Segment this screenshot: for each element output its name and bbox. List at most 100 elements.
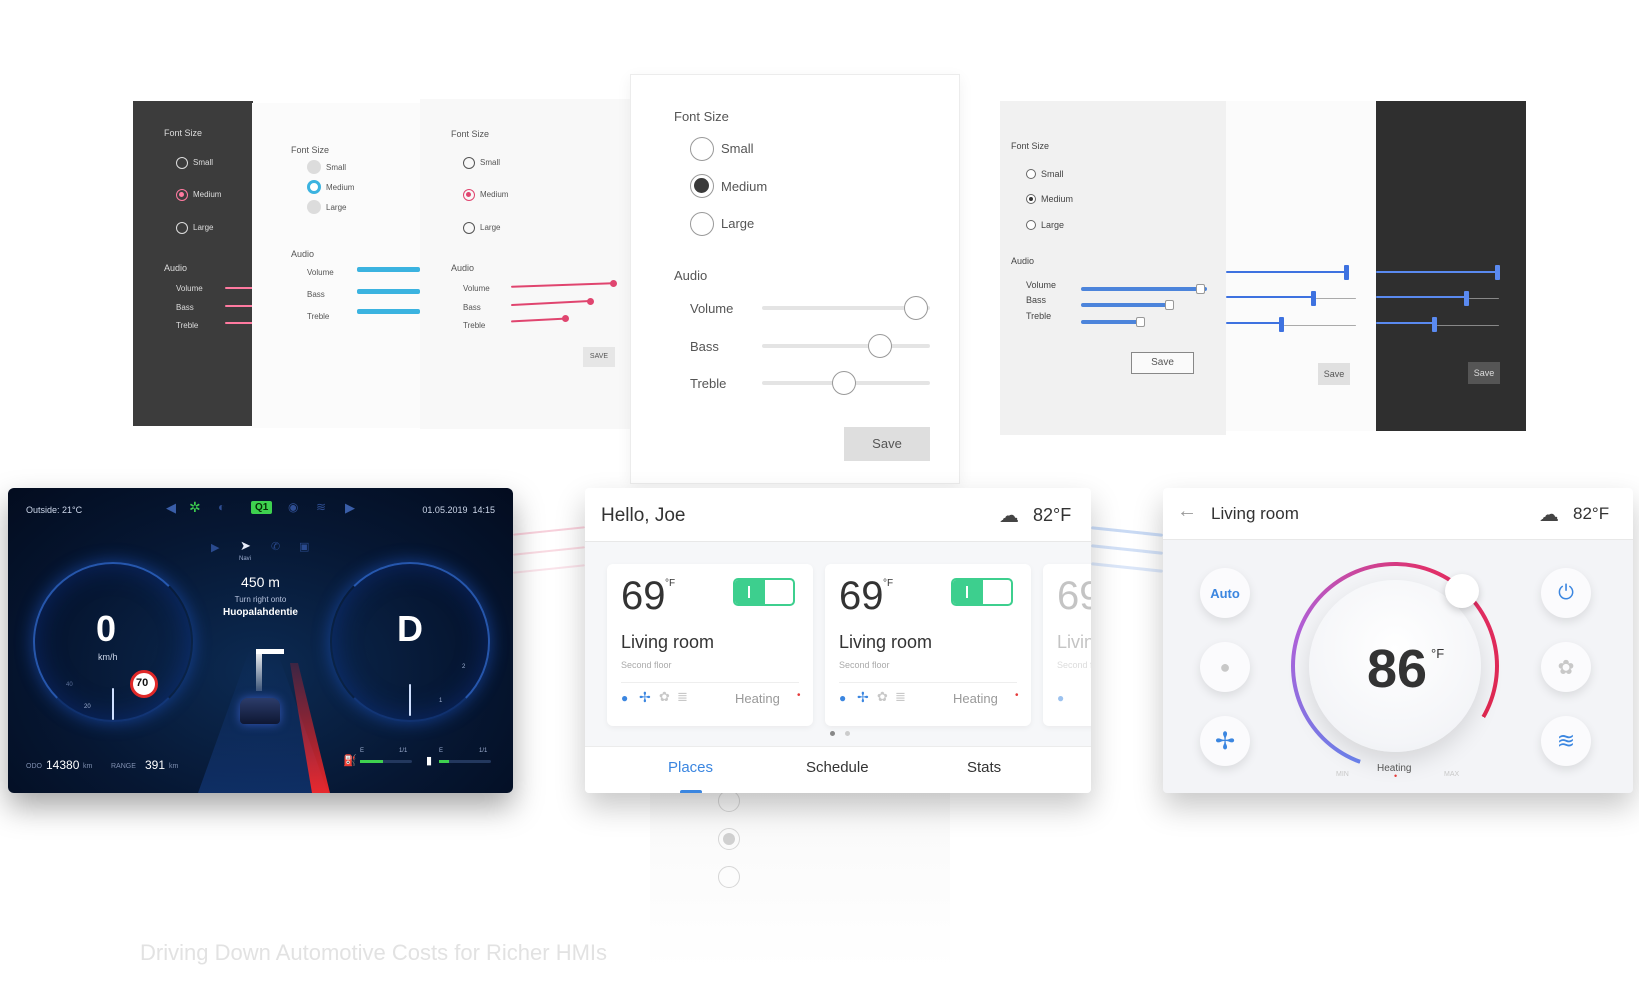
radio-small-label: Small	[326, 163, 347, 172]
volume-slider[interactable]	[357, 267, 420, 272]
volume-knob[interactable]	[904, 296, 928, 320]
fan-icon: ✢	[1214, 727, 1236, 755]
radio-medium[interactable]	[463, 189, 475, 201]
bass-slider[interactable]	[1376, 296, 1466, 298]
speed-limit-value: 70	[136, 677, 149, 689]
save-button[interactable]: Save	[844, 427, 930, 461]
volume-knob[interactable]	[1196, 284, 1205, 294]
volume-slider[interactable]	[225, 287, 253, 289]
volume-knob[interactable]	[610, 280, 617, 287]
treble-knob[interactable]	[562, 315, 569, 322]
bass-rest	[1316, 298, 1356, 299]
bass-slider[interactable]	[357, 289, 420, 294]
room-card-floor: Second floor	[621, 660, 672, 670]
radio-medium[interactable]	[176, 189, 188, 201]
audio-label: Audio	[164, 263, 188, 273]
fuel-bar-fill	[360, 760, 384, 763]
tab-stats[interactable]: Stats	[967, 759, 1001, 776]
radio-small[interactable]	[690, 137, 714, 161]
flower-button[interactable]: ✿	[1541, 642, 1591, 692]
radio-small[interactable]	[463, 157, 475, 169]
charge-bar	[439, 760, 491, 763]
radio-small[interactable]	[307, 160, 321, 174]
flower-icon: ✿	[1557, 656, 1575, 679]
font-size-label: Font Size	[674, 109, 729, 124]
power-button[interactable]: ⏻	[1541, 568, 1591, 618]
fan-button[interactable]: ✢	[1200, 716, 1250, 766]
volume-knob[interactable]	[1495, 265, 1500, 280]
tab-schedule[interactable]: Schedule	[806, 759, 869, 776]
auto-button[interactable]: Auto	[1200, 568, 1250, 618]
treble-knob[interactable]	[832, 371, 856, 395]
bass-slider[interactable]	[1081, 303, 1171, 307]
date-time: 01.05.2019 14:15	[422, 505, 495, 515]
audio-label: Audio	[674, 268, 708, 283]
save-button[interactable]: Save	[1318, 363, 1350, 385]
fuel-bar	[360, 760, 412, 763]
room-title: Living room	[1211, 504, 1299, 523]
range-label: RANGE	[111, 763, 136, 770]
heat-waves-button[interactable]: ≋	[1541, 716, 1591, 766]
bass-slider[interactable]	[1226, 296, 1313, 298]
drop-icon: ●	[621, 691, 629, 705]
car-icon: ▣	[299, 541, 310, 553]
reflection-radio-large	[718, 790, 740, 812]
radio-small[interactable]	[176, 157, 188, 169]
treble-slider[interactable]	[1081, 320, 1141, 324]
room-card[interactable]: 69 °F Living room Second floor ● ✢ ✿ ≣ H…	[607, 564, 813, 726]
volume-slider[interactable]	[1081, 287, 1207, 291]
radio-large[interactable]	[463, 222, 475, 234]
room-card[interactable]: 69 Living room Second floor ●	[1043, 564, 1091, 726]
treble-slider[interactable]	[1226, 322, 1281, 324]
pager-dot[interactable]	[845, 731, 850, 736]
radio-medium[interactable]	[690, 174, 714, 198]
odo-label: ODO	[26, 763, 42, 770]
odo-unit: km	[83, 763, 93, 770]
room-card-temp: 69	[839, 574, 884, 618]
radio-small[interactable]	[1026, 169, 1036, 179]
fuel-icon: ⛽	[343, 755, 357, 767]
radio-large[interactable]	[690, 212, 714, 236]
radio-medium[interactable]	[1026, 194, 1036, 204]
save-button[interactable]: Save	[1468, 362, 1500, 384]
treble-slider[interactable]	[510, 317, 567, 323]
turn-arrow-head	[256, 649, 284, 654]
room-card[interactable]: 69 °F Living room Second floor ● ✢ ✿ ≣ H…	[825, 564, 1031, 726]
bass-slider[interactable]	[762, 344, 930, 348]
treble-slider[interactable]	[1376, 322, 1434, 324]
bass-knob[interactable]	[868, 334, 892, 358]
power-icon: ⏻	[1558, 581, 1574, 604]
pager-dot-active[interactable]	[830, 731, 835, 736]
treble-knob[interactable]	[1136, 317, 1145, 327]
radio-large[interactable]	[307, 200, 321, 214]
status-dot: •	[1394, 771, 1398, 781]
speed-unit: km/h	[98, 652, 118, 662]
radio-large[interactable]	[176, 222, 188, 234]
volume-slider[interactable]	[1226, 271, 1346, 273]
volume-slider[interactable]	[510, 282, 615, 288]
bass-slider[interactable]	[225, 305, 253, 307]
radio-large[interactable]	[1026, 220, 1036, 230]
bass-knob[interactable]	[587, 298, 594, 305]
room-card-toggle[interactable]	[951, 578, 1013, 606]
bass-slider[interactable]	[511, 299, 591, 307]
room-card-name: Living room	[621, 632, 715, 652]
dial-handle[interactable]	[1445, 574, 1479, 608]
save-button[interactable]: Save	[1131, 352, 1194, 374]
ghost-line-blue	[1091, 544, 1163, 555]
treble-slider[interactable]	[357, 309, 420, 314]
humidity-button[interactable]: ●	[1200, 642, 1250, 692]
room-header: ← Living room ☁ 82°F	[1163, 488, 1633, 540]
back-arrow-icon[interactable]: ←	[1177, 500, 1197, 523]
treble-slider[interactable]	[225, 322, 253, 324]
volume-knob[interactable]	[1344, 265, 1349, 280]
radio-medium[interactable]	[307, 180, 321, 194]
tab-places[interactable]: Places	[668, 759, 713, 776]
tagline: Driving Down Automotive Costs for Richer…	[140, 940, 608, 965]
save-button[interactable]: SAVE	[583, 347, 615, 367]
volume-slider[interactable]	[1376, 271, 1496, 273]
bass-knob[interactable]	[1165, 300, 1174, 310]
room-card-toggle[interactable]	[733, 578, 795, 606]
dial-left-tick-b: 40	[66, 682, 73, 688]
settings-panel-grey: Font Size Small Medium Large Audio Volum…	[1000, 101, 1226, 435]
